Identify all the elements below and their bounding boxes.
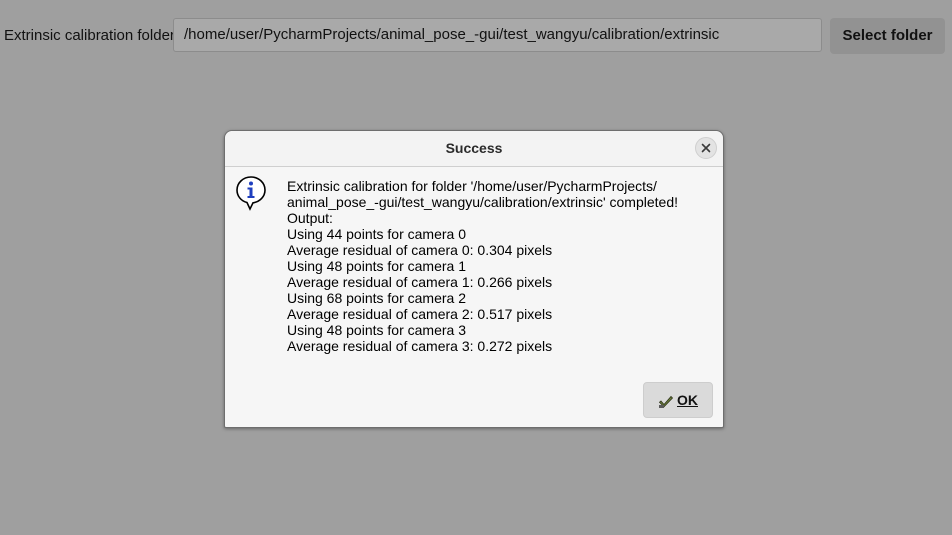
message-line: Average residual of camera 3: 0.272 pixe… — [287, 338, 553, 354]
message-line: Average residual of camera 0: 0.304 pixe… — [287, 242, 553, 258]
ok-button[interactable]: OK — [643, 382, 713, 418]
folder-path-field[interactable]: /home/user/PycharmProjects/animal_pose_-… — [173, 18, 822, 52]
message-line: Output: — [287, 210, 333, 226]
message-line: Using 44 points for camera 0 — [287, 226, 466, 242]
folder-bar: Extrinsic calibration folder: /home/user… — [0, 0, 952, 72]
close-icon — [701, 143, 711, 153]
select-folder-button[interactable]: Select folder — [830, 18, 945, 54]
dialog-message: Extrinsic calibration for folder '/home/… — [287, 178, 707, 354]
message-line: Using 48 points for camera 1 — [287, 258, 466, 274]
message-line: Using 68 points for camera 2 — [287, 290, 466, 306]
message-line: animal_pose_-gui/test_wangyu/calibration… — [287, 194, 678, 210]
close-button[interactable] — [695, 137, 717, 159]
folder-label: Extrinsic calibration folder: — [4, 27, 180, 44]
message-line: Average residual of camera 1: 0.266 pixe… — [287, 274, 553, 290]
message-line: Extrinsic calibration for folder '/home/… — [287, 178, 657, 194]
dialog-header: Success — [225, 131, 723, 167]
message-line: Using 48 points for camera 3 — [287, 322, 466, 338]
info-icon — [236, 176, 266, 211]
success-dialog: Success Extrinsic calibration for folder… — [224, 130, 724, 428]
ok-check-icon — [658, 395, 674, 408]
dialog-title: Success — [445, 140, 503, 156]
ok-label: OK — [677, 392, 698, 408]
message-line: Average residual of camera 2: 0.517 pixe… — [287, 306, 553, 322]
